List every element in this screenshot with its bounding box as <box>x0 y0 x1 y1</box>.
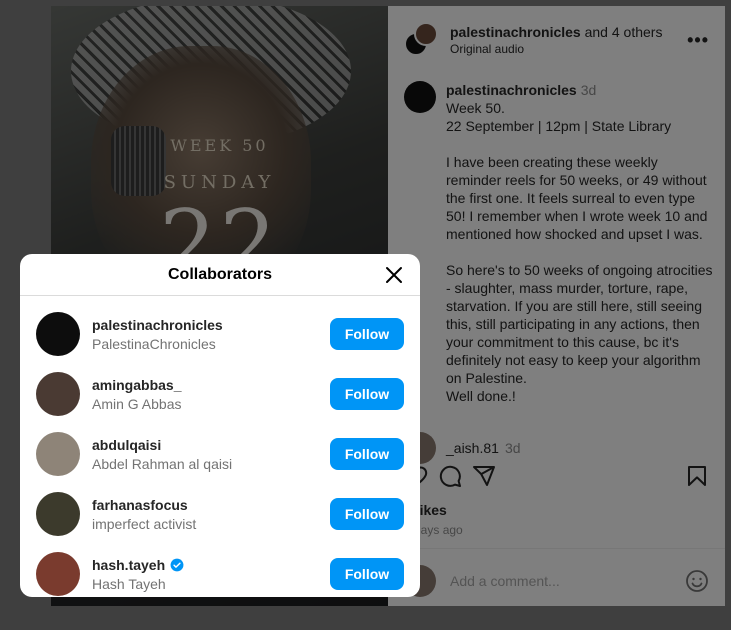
collaborator-username-line: farhanasfocus <box>92 497 330 513</box>
modal-title: Collaborators <box>167 265 272 283</box>
collaborator-username[interactable]: palestinachronicles <box>92 317 223 333</box>
collaborator-names: hash.tayeh Hash Tayeh <box>92 557 330 592</box>
collaborator-full-name: PalestinaChronicles <box>92 335 216 352</box>
follow-button[interactable]: Follow <box>330 558 404 590</box>
avatar[interactable] <box>36 432 80 476</box>
collaborators-modal: Collaborators palestinachronicles Palesti… <box>20 254 420 597</box>
follow-button[interactable]: Follow <box>330 378 404 410</box>
collaborator-username-line: palestinachronicles <box>92 317 330 333</box>
collaborator-username[interactable]: amingabbas_ <box>92 377 181 393</box>
follow-button[interactable]: Follow <box>330 438 404 470</box>
close-icon[interactable] <box>382 263 406 287</box>
collaborator-full-name: imperfect activist <box>92 515 197 532</box>
collaborator-full-name: Hash Tayeh <box>92 575 166 592</box>
collaborator-username-line: abdulqaisi <box>92 437 330 453</box>
collaborator-username-line: hash.tayeh <box>92 557 330 573</box>
collaborators-list: palestinachronicles PalestinaChronicles Fo… <box>20 296 420 597</box>
collaborator-names: amingabbas_ Amin G Abbas <box>92 377 330 412</box>
follow-button[interactable]: Follow <box>330 318 404 350</box>
collaborator-username-line: amingabbas_ <box>92 377 330 393</box>
avatar[interactable] <box>36 312 80 356</box>
collaborator-names: abdulqaisi Abdel Rahman al qaisi <box>92 437 330 472</box>
collaborator-full-name: Abdel Rahman al qaisi <box>92 455 233 472</box>
verified-badge-icon <box>170 558 184 571</box>
collaborator-username[interactable]: farhanasfocus <box>92 497 188 513</box>
collaborator-row: hash.tayeh Hash Tayeh Follow <box>20 544 420 597</box>
collaborator-names: farhanasfocus imperfect activist <box>92 497 330 532</box>
collaborator-username[interactable]: hash.tayeh <box>92 557 165 573</box>
modal-header: Collaborators <box>20 254 420 296</box>
collaborator-row: palestinachronicles PalestinaChronicles Fo… <box>20 304 420 364</box>
avatar[interactable] <box>36 492 80 536</box>
collaborator-row: farhanasfocus imperfect activist Follow <box>20 484 420 544</box>
collaborator-row: abdulqaisi Abdel Rahman al qaisi Follow <box>20 424 420 484</box>
follow-button[interactable]: Follow <box>330 498 404 530</box>
collaborator-row: amingabbas_ Amin G Abbas Follow <box>20 364 420 424</box>
avatar[interactable] <box>36 372 80 416</box>
collaborator-username[interactable]: abdulqaisi <box>92 437 161 453</box>
collaborator-full-name: Amin G Abbas <box>92 395 182 412</box>
collaborator-names: palestinachronicles PalestinaChronicles <box>92 317 330 352</box>
avatar[interactable] <box>36 552 80 596</box>
